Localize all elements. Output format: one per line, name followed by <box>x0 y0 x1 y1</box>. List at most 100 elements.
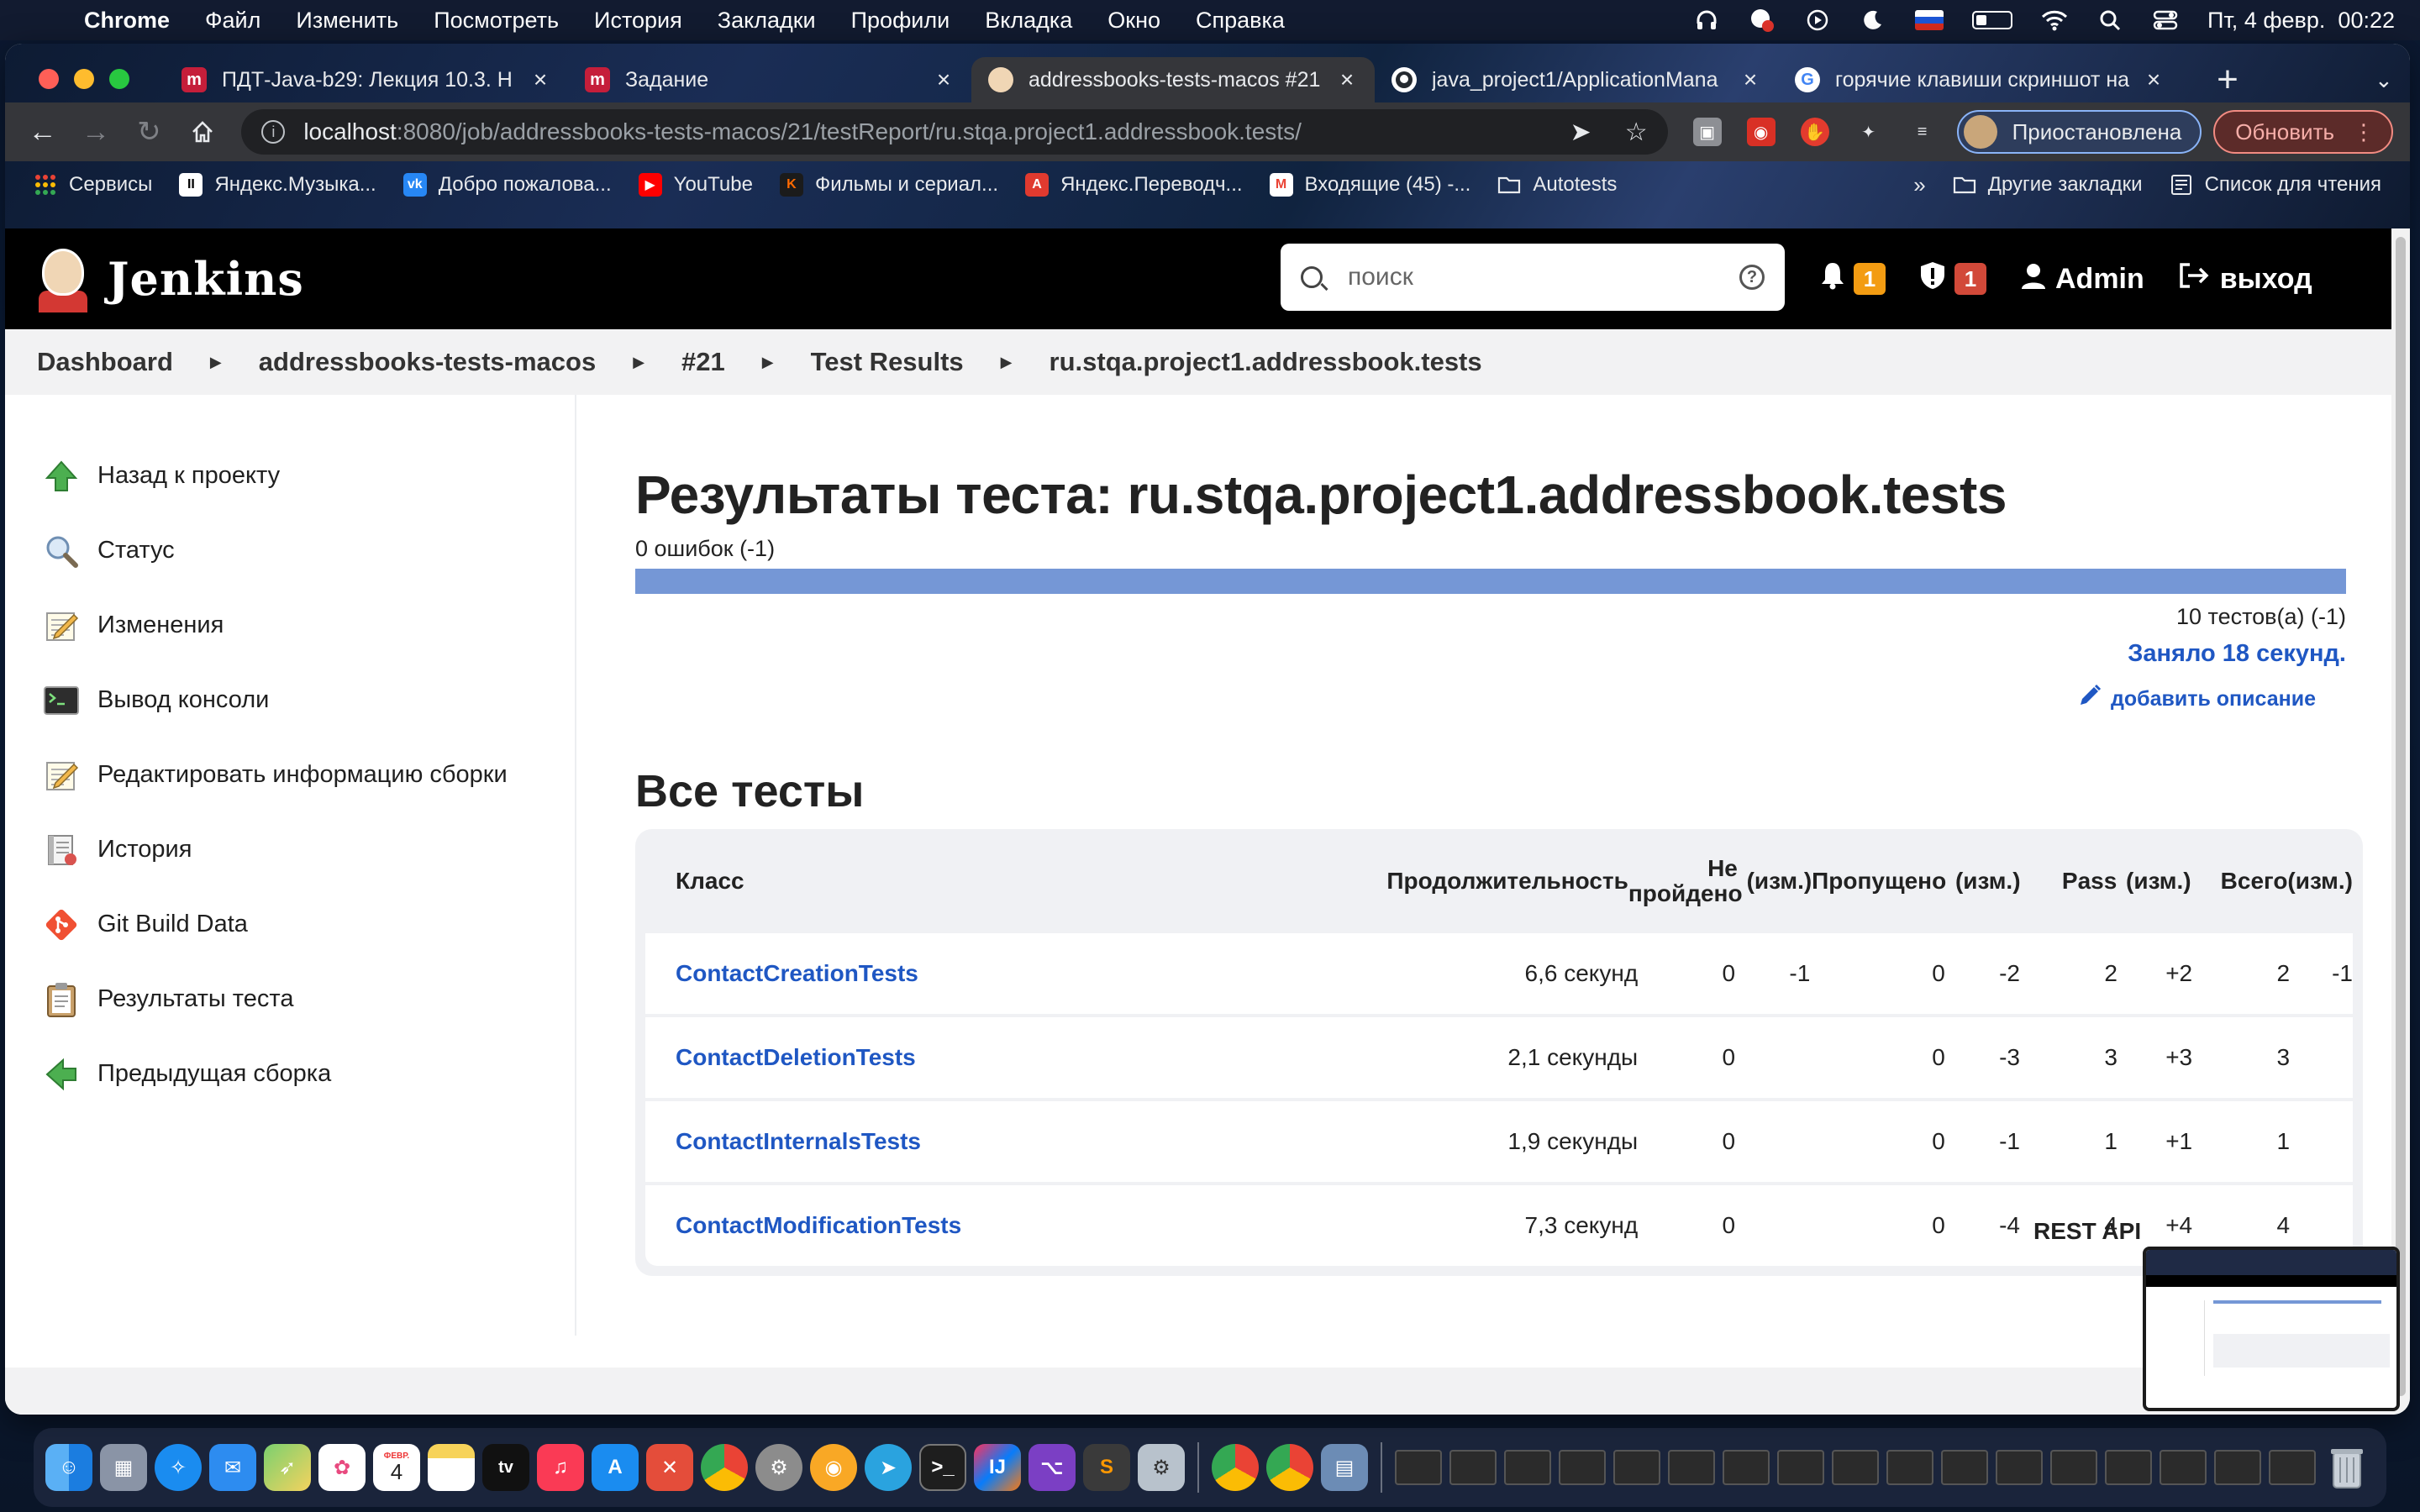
bookmark-yandex-music[interactable]: II Яндекс.Музыка... <box>179 173 376 197</box>
headphones-icon[interactable] <box>1693 8 1720 32</box>
column-header-total-diff[interactable]: (изм.) <box>2287 868 2353 895</box>
column-header-failed[interactable]: Не пройдено <box>1628 856 1743 906</box>
terminal-dock-icon[interactable]: >_ <box>919 1444 966 1491</box>
address-bar[interactable]: i localhost:8080/job/addressbooks-tests-… <box>241 109 1668 155</box>
menu-help[interactable]: Справка <box>1196 8 1285 34</box>
help-icon[interactable]: ? <box>1739 265 1765 290</box>
user-menu[interactable]: Admin <box>2020 261 2144 297</box>
minimized-window-thumbnail[interactable] <box>2269 1450 2316 1485</box>
menu-profiles[interactable]: Профили <box>851 8 950 34</box>
sidebar-item-console-output[interactable]: Вывод консоли <box>5 663 575 738</box>
system-preferences-icon[interactable]: ⚙ <box>755 1444 802 1491</box>
sidebar-item-history[interactable]: История <box>5 812 575 887</box>
photos-icon[interactable]: ✿ <box>318 1444 366 1491</box>
app-store-icon[interactable]: A <box>592 1444 639 1491</box>
minimized-window-thumbnail[interactable] <box>1832 1450 1879 1485</box>
chrome-app-icon[interactable] <box>1212 1444 1259 1491</box>
github-desktop-icon[interactable]: ⌥ <box>1028 1444 1076 1491</box>
tab-search-chevron-icon[interactable]: ⌄ <box>2375 67 2393 93</box>
safari-icon[interactable]: ✧ <box>155 1444 202 1491</box>
breadcrumb-job[interactable]: addressbooks-tests-macos <box>259 347 596 377</box>
bookmark-vk[interactable]: vk Добро пожалова... <box>402 173 612 197</box>
screenshot-preview-thumbnail[interactable] <box>2143 1247 2400 1411</box>
column-header-pass[interactable]: Pass <box>2021 868 2117 895</box>
menu-tab[interactable]: Вкладка <box>985 8 1072 34</box>
home-button[interactable] <box>182 111 223 153</box>
bookmark-other-folder[interactable]: Другие закладки <box>1953 172 2143 198</box>
notes-icon[interactable] <box>428 1444 475 1491</box>
wifi-icon[interactable] <box>2041 8 2068 32</box>
notifications-button[interactable]: 1 <box>1820 261 1886 297</box>
minimized-window-thumbnail[interactable] <box>1777 1450 1824 1485</box>
spotlight-search-icon[interactable] <box>2096 8 2123 32</box>
test-class-link[interactable]: ContactCreationTests <box>645 960 1098 987</box>
more-bookmarks-chevron-icon[interactable]: » <box>1913 172 1925 198</box>
close-icon[interactable]: × <box>1739 66 1761 93</box>
close-icon[interactable]: × <box>1336 66 1358 93</box>
close-icon[interactable]: × <box>933 66 955 93</box>
column-header-skipped-diff[interactable]: (изм.) <box>1946 868 2021 895</box>
sublime-icon[interactable]: S <box>1083 1444 1130 1491</box>
breadcrumb-dashboard[interactable]: Dashboard <box>37 347 173 377</box>
extension-icon[interactable]: ▣ <box>1692 118 1722 146</box>
menu-app-chrome[interactable]: Chrome <box>84 8 170 34</box>
close-icon[interactable]: × <box>529 66 551 93</box>
column-header-pass-diff[interactable]: (изм.) <box>2117 868 2191 895</box>
intellij-icon[interactable]: IJ <box>974 1444 1021 1491</box>
minimized-window-thumbnail[interactable] <box>1668 1450 1715 1485</box>
apple-tv-icon[interactable]: tv <box>482 1444 529 1491</box>
bookmark-services[interactable]: Сервисы <box>34 173 152 197</box>
parallels-icon[interactable]: ✕ <box>646 1444 693 1491</box>
sidebar-item-git-build-data[interactable]: Git Build Data <box>5 887 575 962</box>
sidebar-item-test-results[interactable]: Результаты теста <box>5 962 575 1037</box>
breadcrumb-package[interactable]: ru.stqa.project1.addressbook.tests <box>1050 347 1482 377</box>
bookmark-yandex-translate[interactable]: A Яндекс.Переводч... <box>1025 173 1243 197</box>
tab-github[interactable]: java_project1/ApplicationMana × <box>1375 57 1778 102</box>
menu-view[interactable]: Посмотреть <box>434 8 559 34</box>
breadcrumb-chevron-icon[interactable]: ▶ <box>762 354 774 371</box>
sidebar-item-previous-build[interactable]: Предыдущая сборка <box>5 1037 575 1111</box>
bookmark-youtube[interactable]: ▶ YouTube <box>638 173 753 197</box>
site-info-icon[interactable]: i <box>261 120 286 144</box>
minimize-window-button[interactable] <box>74 69 94 89</box>
column-header-duration[interactable]: Продолжительность <box>1094 868 1628 895</box>
minimized-window-thumbnail[interactable] <box>2160 1450 2207 1485</box>
rest-api-link[interactable]: REST API <box>2033 1218 2141 1245</box>
moon-icon[interactable] <box>1860 8 1886 32</box>
mail-icon[interactable]: ✉ <box>209 1444 256 1491</box>
breadcrumb-build[interactable]: #21 <box>681 347 725 377</box>
sidebar-item-status[interactable]: Статус <box>5 513 575 588</box>
breadcrumb-chevron-icon[interactable]: ▶ <box>1001 354 1013 371</box>
preferences-gear-icon[interactable]: ⚙ <box>1138 1444 1185 1491</box>
breadcrumb-chevron-icon[interactable]: ▶ <box>210 354 222 371</box>
tab-assignment[interactable]: m Задание × <box>568 57 971 102</box>
close-window-button[interactable] <box>39 69 59 89</box>
menu-window[interactable]: Окно <box>1107 8 1160 34</box>
column-header-skipped[interactable]: Пропущено <box>1812 868 1946 895</box>
chrome-app-icon[interactable] <box>1266 1444 1313 1491</box>
bookmark-films[interactable]: K Фильмы и сериал... <box>779 173 998 197</box>
forward-button[interactable]: → <box>75 111 116 153</box>
column-header-failed-diff[interactable]: (изм.) <box>1738 868 1812 895</box>
extension-red-icon[interactable]: ◉ <box>1746 118 1776 146</box>
podcast-icon[interactable]: ◉ <box>810 1444 857 1491</box>
battery-icon[interactable] <box>1972 11 2013 29</box>
menu-file[interactable]: Файл <box>205 8 260 34</box>
trash-icon[interactable] <box>2323 1444 2370 1491</box>
close-icon[interactable]: × <box>2143 66 2165 93</box>
add-description-link[interactable]: добавить описание <box>635 683 2316 715</box>
minimized-window-thumbnail[interactable] <box>1996 1450 2043 1485</box>
adblock-icon[interactable]: ✋ <box>1800 118 1829 146</box>
jenkins-home-link[interactable]: Jenkins <box>37 245 304 312</box>
reading-list-button[interactable]: Список для чтения <box>2170 172 2381 198</box>
breadcrumb-chevron-icon[interactable]: ▶ <box>633 354 644 371</box>
new-tab-button[interactable]: + <box>2207 59 2249 101</box>
zoom-window-button[interactable] <box>109 69 129 89</box>
test-class-link[interactable]: ContactModificationTests <box>645 1212 1098 1239</box>
bookmark-autotests-folder[interactable]: Autotests <box>1497 173 1617 197</box>
minimized-window-thumbnail[interactable] <box>1723 1450 1770 1485</box>
chrome-dock-icon[interactable] <box>701 1444 748 1491</box>
tab-lecture[interactable]: m ПДТ-Java-b29: Лекция 10.3. Н × <box>165 57 568 102</box>
minimized-window-thumbnail[interactable] <box>1559 1450 1606 1485</box>
test-class-link[interactable]: ContactInternalsTests <box>645 1128 1098 1155</box>
